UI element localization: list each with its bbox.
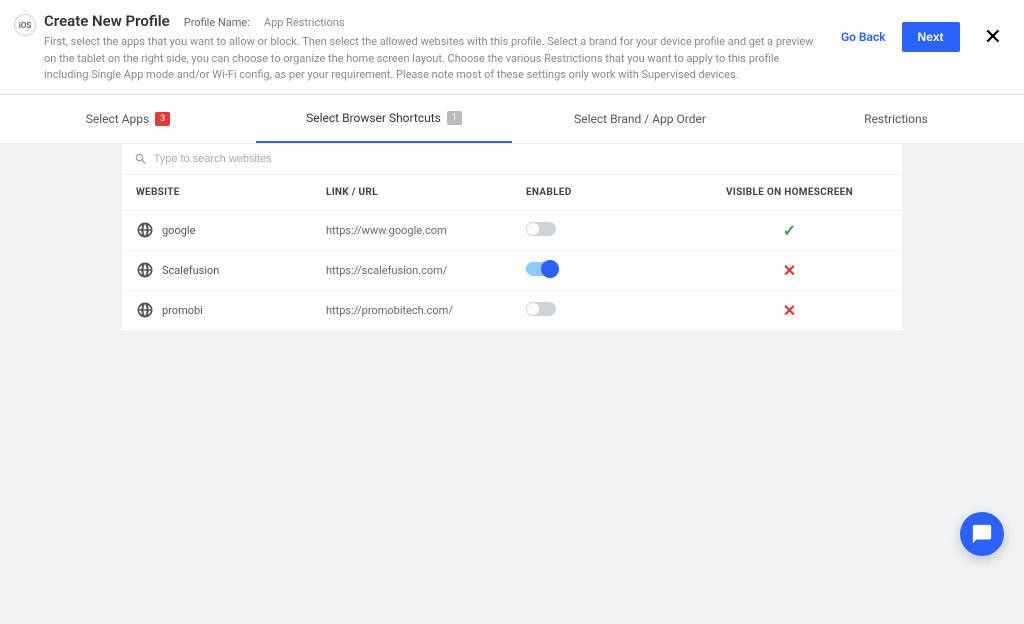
col-header-website: WEBSITE xyxy=(136,187,326,198)
page-title: Create New Profile xyxy=(44,12,170,30)
enabled-toggle[interactable] xyxy=(526,302,556,316)
content-area: WEBSITE LINK / URL ENABLED VISIBLE ON HO… xyxy=(0,144,1024,624)
globe-icon xyxy=(136,301,154,319)
header: iOS Create New Profile Profile Name: App… xyxy=(0,0,1024,95)
tab-badge: 1 xyxy=(447,111,462,125)
tab-label: Select Apps xyxy=(86,112,149,126)
website-url: https://scalefusion.com/ xyxy=(326,264,526,277)
go-back-link[interactable]: Go Back xyxy=(841,30,886,44)
website-name: promobi xyxy=(162,304,203,317)
check-icon: ✓ xyxy=(783,221,796,240)
website-name: Scalefusion xyxy=(162,264,219,277)
cross-icon: ✕ xyxy=(783,301,796,320)
profile-name-value: App Restrictions xyxy=(264,16,345,29)
col-header-visible: VISIBLE ON HOMESCREEN xyxy=(691,187,888,198)
tabs: Select Apps 3 Select Browser Shortcuts 1… xyxy=(0,95,1024,144)
cross-icon: ✕ xyxy=(783,261,796,280)
tab-select-apps[interactable]: Select Apps 3 xyxy=(0,95,256,143)
tab-label: Select Browser Shortcuts xyxy=(306,111,441,125)
chat-widget[interactable] xyxy=(960,512,1004,556)
tab-label: Select Brand / App Order xyxy=(574,112,706,126)
enabled-toggle[interactable] xyxy=(526,222,556,236)
tab-restrictions[interactable]: Restrictions xyxy=(768,95,1024,143)
tab-badge: 3 xyxy=(155,112,170,126)
chat-icon xyxy=(971,523,993,545)
panel: WEBSITE LINK / URL ENABLED VISIBLE ON HO… xyxy=(122,144,902,331)
table-row: Scalefusion https://scalefusion.com/ ✕ xyxy=(122,251,902,291)
next-button[interactable]: Next xyxy=(902,22,960,52)
search-input[interactable] xyxy=(154,153,890,165)
table-row: google https://www.google.com ✓ xyxy=(122,211,902,251)
globe-icon xyxy=(136,261,154,279)
table-header: WEBSITE LINK / URL ENABLED VISIBLE ON HO… xyxy=(122,175,902,211)
tab-select-brand[interactable]: Select Brand / App Order xyxy=(512,95,768,143)
website-url: https://promobitech.com/ xyxy=(326,304,526,317)
close-icon[interactable]: ✕ xyxy=(984,25,1002,50)
platform-badge: iOS xyxy=(14,14,36,36)
tab-select-browser-shortcuts[interactable]: Select Browser Shortcuts 1 xyxy=(256,95,512,143)
profile-name-label: Profile Name: xyxy=(184,16,250,29)
header-description: First, select the apps that you want to … xyxy=(44,34,821,84)
search-row xyxy=(122,144,902,175)
website-name: google xyxy=(162,224,195,237)
globe-icon xyxy=(136,221,154,239)
col-header-enabled: ENABLED xyxy=(526,187,691,198)
search-icon xyxy=(134,152,148,166)
tab-label: Restrictions xyxy=(864,112,928,126)
col-header-url: LINK / URL xyxy=(326,187,526,198)
table-row: promobi https://promobitech.com/ ✕ xyxy=(122,291,902,331)
website-url: https://www.google.com xyxy=(326,224,526,237)
enabled-toggle[interactable] xyxy=(526,262,556,276)
